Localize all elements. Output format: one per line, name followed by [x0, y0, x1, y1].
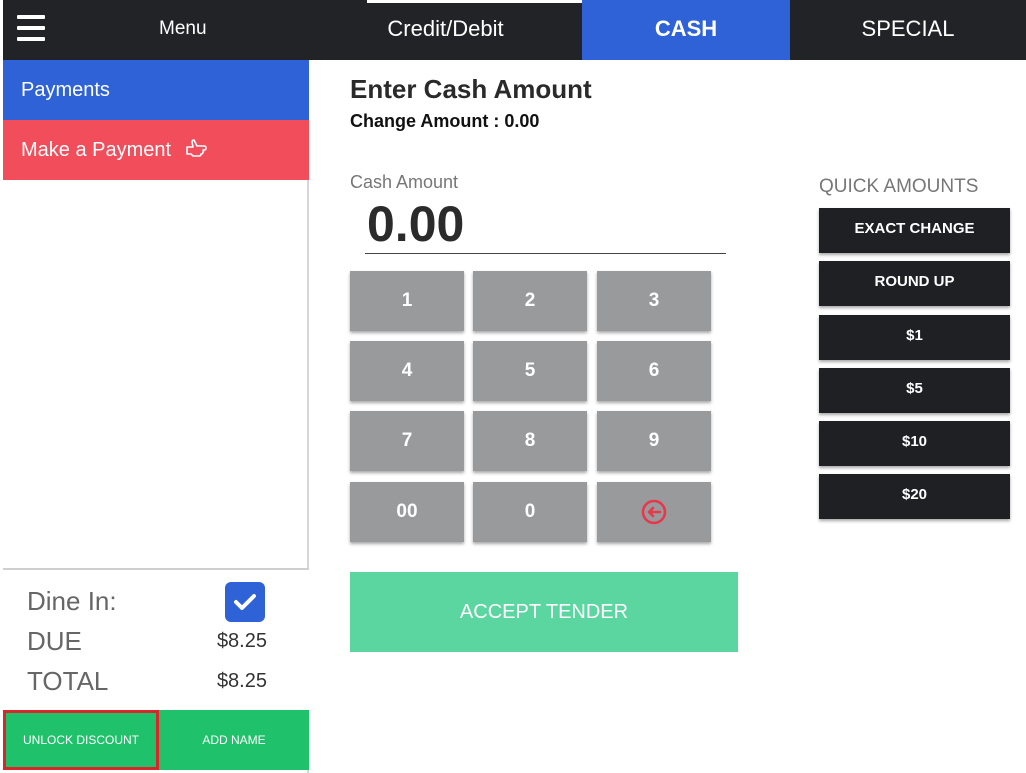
keypad-key-7[interactable]: 7	[350, 411, 464, 471]
tab-special[interactable]: SPECIAL	[790, 0, 1026, 60]
keypad-backspace-button[interactable]	[597, 482, 711, 542]
keypad-key-9[interactable]: 9	[597, 411, 711, 471]
keypad-key-4[interactable]: 4	[350, 341, 464, 401]
keypad-key-3[interactable]: 3	[597, 271, 711, 331]
keypad-key-0[interactable]: 0	[473, 482, 587, 542]
hamburger-menu-icon[interactable]	[17, 15, 45, 41]
due-label: DUE	[27, 626, 82, 656]
accept-tender-button[interactable]: ACCEPT TENDER	[350, 572, 738, 652]
sidebar-item-payments[interactable]: Payments	[3, 60, 309, 120]
keypad-key-1[interactable]: 1	[350, 271, 464, 331]
due-value: $8.25	[216, 630, 267, 652]
total-value: $8.25	[216, 670, 267, 692]
keypad-key-00[interactable]: 00	[350, 482, 464, 542]
cash-amount-label: Cash Amount	[350, 172, 459, 192]
sidebar-footer: UNLOCK DISCOUNT ADD NAME	[3, 710, 309, 770]
checkmark-icon	[234, 594, 256, 610]
quick-20-dollar-button[interactable]: $20	[819, 474, 1010, 519]
add-name-button[interactable]: ADD NAME	[159, 710, 309, 770]
sidebar-item-label: Payments	[21, 79, 110, 101]
tab-credit-debit[interactable]: Credit/Debit	[309, 0, 635, 60]
unlock-discount-button[interactable]: UNLOCK DISCOUNT	[3, 710, 159, 770]
quick-5-dollar-button[interactable]: $5	[819, 368, 1010, 413]
keypad-key-6[interactable]: 6	[597, 341, 711, 401]
quick-exact-change-button[interactable]: EXACT CHANGE	[819, 208, 1010, 253]
keypad-key-2[interactable]: 2	[473, 271, 587, 331]
menu-label[interactable]: Menu	[159, 18, 207, 40]
sidebar: Menu Payments Make a Payment Dine In: DU…	[3, 0, 309, 773]
sidebar-item-label: Make a Payment	[21, 139, 172, 161]
dine-in-checkbox[interactable]	[225, 582, 265, 622]
cash-amount-input[interactable]: 0.00	[365, 196, 726, 254]
order-summary: Dine In: DUE $8.25 TOTAL $8.25	[3, 568, 309, 710]
quick-round-up-button[interactable]: ROUND UP	[819, 261, 1010, 306]
sidebar-item-make-payment[interactable]: Make a Payment	[3, 120, 309, 180]
change-amount: Change Amount : 0.00	[350, 111, 540, 131]
sidebar-header: Menu	[3, 0, 309, 60]
backspace-icon	[641, 499, 667, 525]
quick-10-dollar-button[interactable]: $10	[819, 421, 1010, 466]
quick-1-dollar-button[interactable]: $1	[819, 315, 1010, 360]
keypad-key-5[interactable]: 5	[473, 341, 587, 401]
dine-in-label: Dine In:	[27, 586, 117, 616]
total-label: TOTAL	[27, 666, 109, 696]
keypad-key-8[interactable]: 8	[473, 411, 587, 471]
payment-tabs: Credit/Debit CASH SPECIAL	[309, 0, 1026, 60]
pointing-hand-icon	[185, 123, 207, 183]
page-title: Enter Cash Amount	[350, 74, 592, 104]
tab-cash[interactable]: CASH	[582, 0, 790, 60]
quick-amounts-title: QUICK AMOUNTS	[819, 176, 979, 197]
